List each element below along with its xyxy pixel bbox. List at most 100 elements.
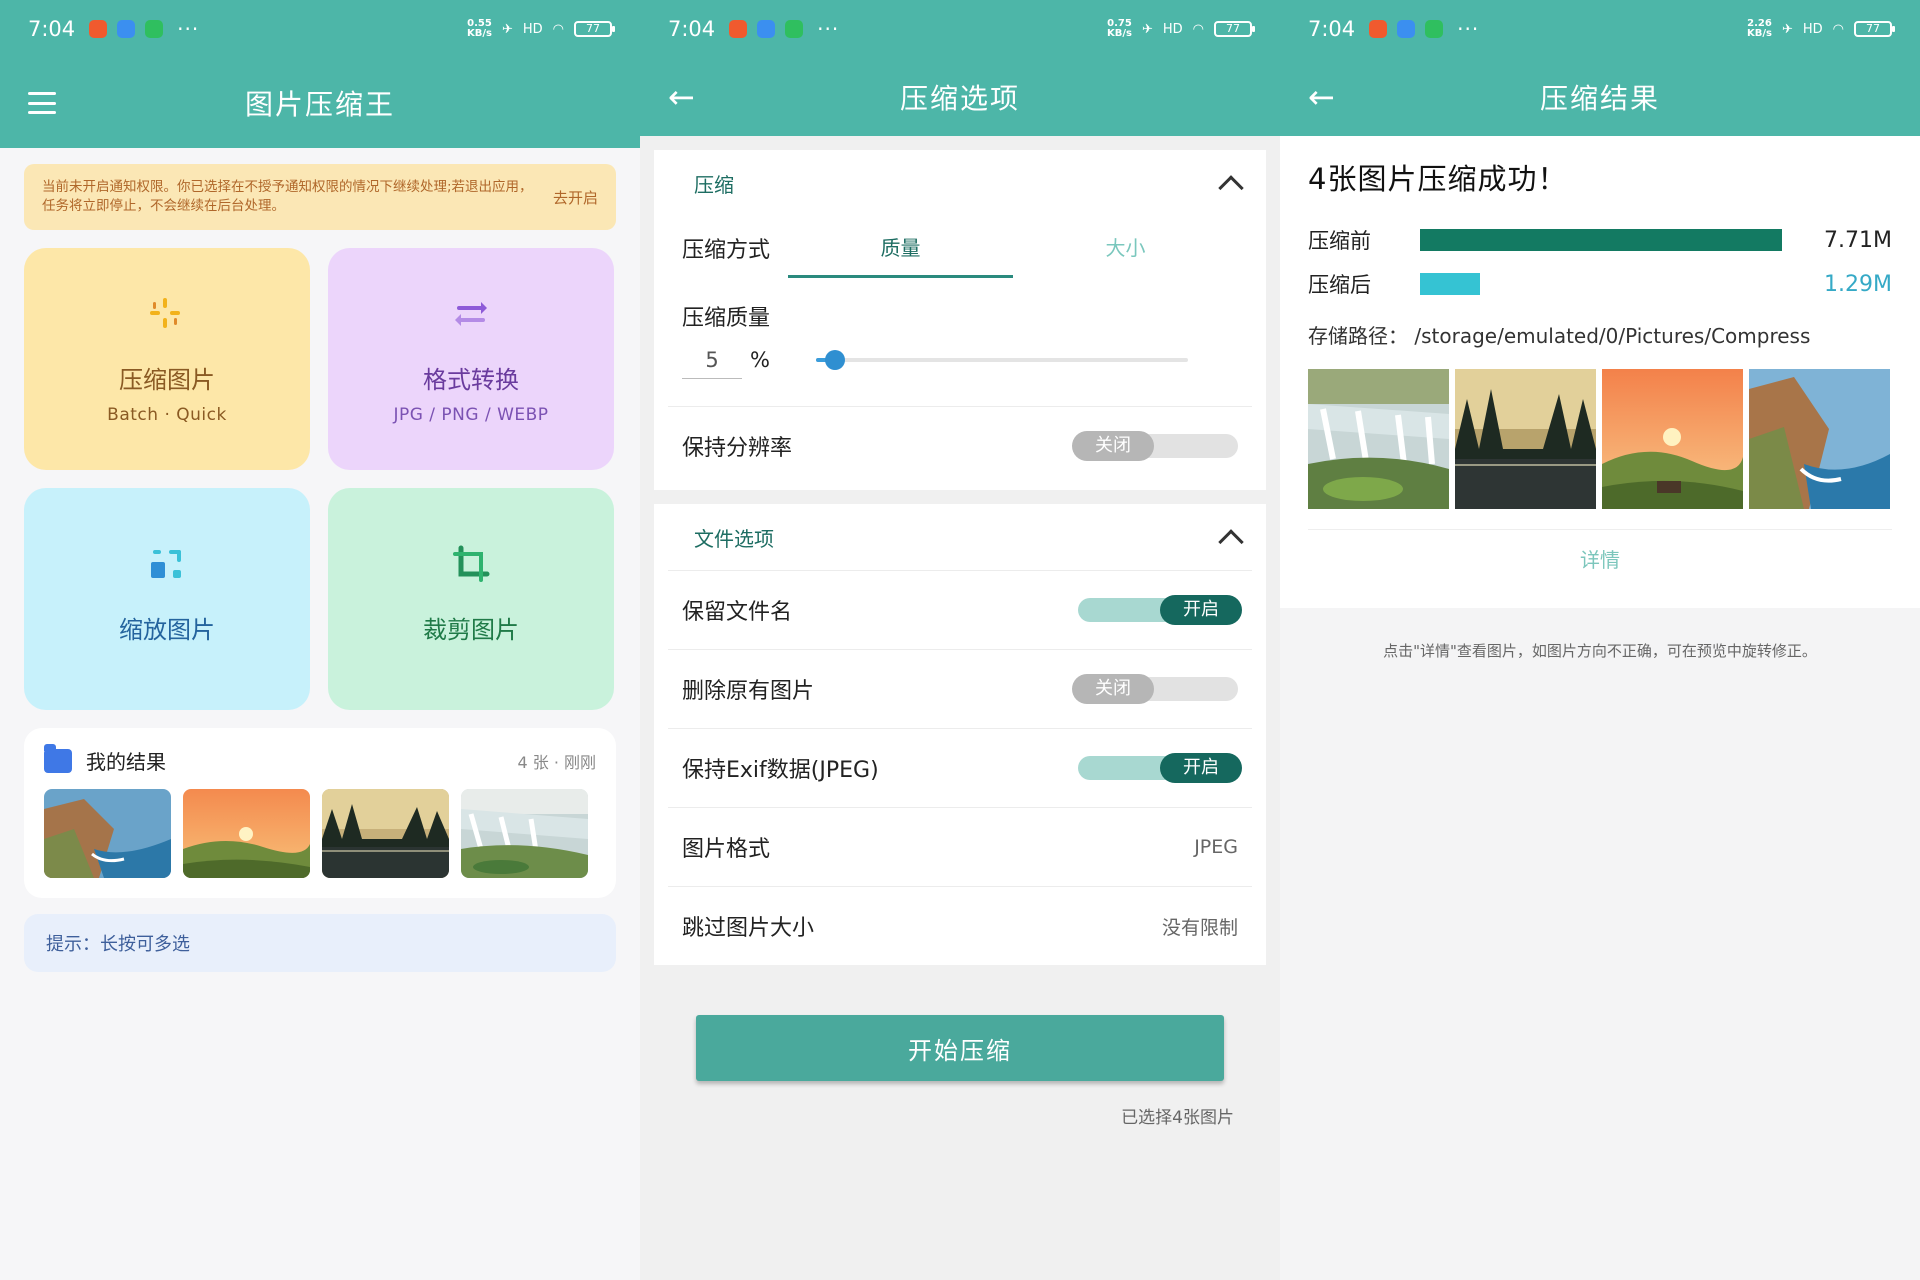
wifi-icon: ◠ <box>1192 21 1204 37</box>
status-time: 7:04 <box>1308 17 1356 41</box>
chevron-up-icon[interactable] <box>1218 175 1244 201</box>
resize-icon <box>151 549 181 578</box>
results-meta: 4 张 · 刚刚 <box>517 752 596 772</box>
thumbnail-forest-lake[interactable] <box>322 789 449 878</box>
keep-filename-toggle[interactable]: 开启 <box>1078 595 1242 625</box>
delete-original-row: 删除原有图片 关闭 <box>654 650 1266 728</box>
after-label: 压缩后 <box>1308 273 1371 297</box>
compress-quality-row: 5 % <box>654 332 1266 388</box>
compress-section-header[interactable]: 压缩 <box>654 150 1266 216</box>
storage-path-value: /storage/emulated/0/Pictures/Compress <box>1414 324 1811 348</box>
file-options-header[interactable]: 文件选项 <box>654 504 1266 570</box>
keep-filename-label: 保留文件名 <box>682 600 793 625</box>
tile-title: 裁剪图片 <box>423 615 519 644</box>
image-format-label: 图片格式 <box>682 837 771 862</box>
image-format-row[interactable]: 图片格式 JPEG <box>654 808 1266 886</box>
app-notification-icon <box>89 20 108 38</box>
after-size-bar <box>1420 273 1481 295</box>
battery-icon: 77 <box>1854 21 1895 37</box>
menu-icon[interactable] <box>28 92 56 114</box>
home-screen: 7:04 ··· 0.55 KB/s ✈ HD ◠ 77 图片压缩王 当前未开启… <box>0 0 640 1280</box>
after-size-row: 压缩后 1.29M <box>1308 262 1892 306</box>
chevron-up-icon[interactable] <box>1218 529 1244 555</box>
storage-path: 存储路径： /storage/emulated/0/Pictures/Compr… <box>1308 320 1892 349</box>
enable-notification-button[interactable]: 去开启 <box>553 187 598 208</box>
keep-resolution-row: 保持分辨率 关闭 <box>654 407 1266 485</box>
skip-size-label: 跳过图片大小 <box>682 916 815 941</box>
delete-original-label: 删除原有图片 <box>682 679 815 704</box>
keep-exif-row: 保持Exif数据(JPEG) 开启 <box>654 729 1266 807</box>
before-label: 压缩前 <box>1308 229 1371 253</box>
crop-images-tile[interactable]: 裁剪图片 <box>328 488 614 710</box>
quality-slider-thumb[interactable] <box>824 350 845 370</box>
chat-notification-icon <box>117 20 136 38</box>
tile-title: 格式转换 <box>423 365 519 394</box>
app-bar: ← 压缩结果 <box>1280 58 1920 136</box>
crop-icon <box>453 545 490 582</box>
tile-title: 压缩图片 <box>119 365 215 394</box>
silent-icon: ✈ <box>1781 21 1793 37</box>
section-title: 文件选项 <box>694 526 774 551</box>
page-title: 压缩选项 <box>899 82 1020 115</box>
result-photo-waterfall[interactable] <box>1308 369 1449 509</box>
compress-method-segment: 质量 大小 <box>788 232 1238 278</box>
back-arrow-icon[interactable]: ← <box>668 78 695 116</box>
signal-icon: HD <box>522 21 543 37</box>
thumbnail-sunset[interactable] <box>183 789 310 878</box>
format-convert-tile[interactable]: 格式转换 JPG / PNG / WEBP <box>328 248 614 470</box>
tile-subtitle: Batch · Quick <box>107 404 227 425</box>
keep-exif-label: 保持Exif数据(JPEG) <box>682 758 879 783</box>
my-results-card[interactable]: 我的结果 4 张 · 刚刚 <box>24 728 616 898</box>
quality-slider[interactable] <box>815 350 1188 370</box>
folder-icon <box>44 743 72 773</box>
thumbnail-coast[interactable] <box>44 789 171 878</box>
toggle-state: 开启 <box>1160 753 1242 783</box>
result-photo-forest-lake[interactable] <box>1455 369 1596 509</box>
quality-input[interactable]: 5 <box>682 342 742 379</box>
network-speed: 2.26 KB/s <box>1746 18 1772 39</box>
selected-count-note: 已选择4张图片 <box>1121 1108 1234 1128</box>
notice-text: 当前未开启通知权限。你已选择在不授予通知权限的情况下继续处理;若退出应用，任务将… <box>42 179 533 214</box>
storage-path-label: 存储路径： <box>1308 324 1408 348</box>
compress-quality-label-row: 压缩质量 <box>654 278 1266 332</box>
toggle-state: 关闭 <box>1072 674 1154 704</box>
signal-icon: HD <box>1802 21 1823 37</box>
skip-size-row[interactable]: 跳过图片大小 没有限制 <box>654 887 1266 965</box>
details-link[interactable]: 详情 <box>1308 529 1892 573</box>
status-bar: 7:04 ··· 0.55 KB/s ✈ HD ◠ 77 <box>0 0 640 58</box>
multi-select-tip: 提示：长按可多选 <box>24 914 616 972</box>
status-time: 7:04 <box>668 17 716 41</box>
app-bar: ← 压缩选项 <box>640 58 1280 136</box>
compress-method-label: 压缩方式 <box>682 238 771 263</box>
back-arrow-icon[interactable]: ← <box>1308 78 1335 116</box>
keep-exif-toggle[interactable]: 开启 <box>1078 753 1242 783</box>
keep-resolution-toggle[interactable]: 关闭 <box>1072 431 1238 461</box>
resize-images-tile[interactable]: 缩放图片 <box>24 488 310 710</box>
battery-icon: 77 <box>574 21 615 37</box>
signal-icon: HD <box>1162 21 1183 37</box>
page-title: 压缩结果 <box>1539 82 1660 115</box>
result-photo-coast[interactable] <box>1749 369 1890 509</box>
compress-images-tile[interactable]: 压缩图片 Batch · Quick <box>24 248 310 470</box>
start-compress-button[interactable]: 开始压缩 <box>696 1015 1224 1081</box>
result-photo-sunset[interactable] <box>1602 369 1743 509</box>
method-size-option[interactable]: 大小 <box>1013 232 1238 278</box>
before-size-bar <box>1420 229 1782 251</box>
skip-size-value: 没有限制 <box>1161 916 1238 939</box>
before-size-row: 压缩前 7.71M <box>1308 218 1892 262</box>
result-card: 4张图片压缩成功！ 压缩前 7.71M 压缩后 1.29M 存储路径： /sto… <box>1280 136 1920 608</box>
thumbnail-waterfall[interactable] <box>461 789 588 878</box>
more-notifications-icon: ··· <box>177 17 200 41</box>
method-quality-option[interactable]: 质量 <box>788 232 1014 278</box>
security-notification-icon <box>1425 20 1444 38</box>
delete-original-toggle[interactable]: 关闭 <box>1072 674 1238 704</box>
app-notification-icon <box>1369 20 1388 38</box>
more-notifications-icon: ··· <box>817 17 840 41</box>
keep-resolution-label: 保持分辨率 <box>682 436 793 461</box>
compress-options-screen: 7:04 ··· 0.75 KB/s ✈ HD ◠ 77 ← 压缩选项 压缩 压… <box>640 0 1280 1280</box>
quality-unit: % <box>750 348 770 372</box>
silent-icon: ✈ <box>1141 21 1153 37</box>
result-headline: 4张图片压缩成功！ <box>1308 162 1568 196</box>
silent-icon: ✈ <box>501 21 513 37</box>
security-notification-icon <box>145 20 164 38</box>
